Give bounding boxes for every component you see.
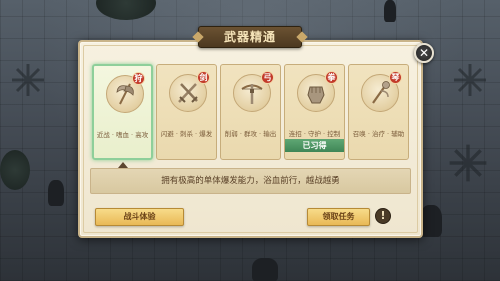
class-badge: 剑: [197, 71, 210, 84]
tree-decoration: [96, 0, 156, 20]
character-figure: [420, 205, 442, 237]
accept-quest-button[interactable]: 领取任务: [307, 208, 370, 226]
class-badge: 弓: [261, 71, 274, 84]
learned-status-tag: 已习得: [285, 139, 344, 152]
character-figure: [384, 0, 396, 22]
weapon-traits: 近战 · 嗜血 · 高攻: [96, 131, 149, 139]
staff-icon: [372, 81, 390, 104]
close-button[interactable]: ✕: [414, 43, 434, 63]
info-icon[interactable]: !: [375, 208, 391, 224]
crossbow-icon: [241, 84, 263, 104]
weapon-card-staff[interactable]: 琴 召唤 · 治疗 · 辅助: [348, 64, 409, 160]
class-badge: 拳: [325, 71, 338, 84]
weapon-traits: 召唤 · 治疗 · 辅助: [352, 130, 405, 138]
floor-emblem-icon: [12, 64, 44, 96]
dialog-title: 武器精通: [198, 26, 302, 48]
weapon-card-gauntlet[interactable]: 拳 连招 · 守护 · 控制 已习得: [284, 64, 345, 160]
floor-emblem-icon: [454, 64, 486, 96]
weapon-card-axe[interactable]: 狩 近战 · 嗜血 · 高攻: [92, 64, 153, 160]
weapon-card-crossbow[interactable]: 弓 削弱 · 群攻 · 输出: [220, 64, 281, 160]
weapon-traits: 削弱 · 群攻 · 输出: [224, 130, 277, 138]
weapon-traits: 闪避 · 刺杀 · 爆发: [160, 130, 213, 138]
character-figure: [48, 180, 64, 206]
floor-emblem-icon: [449, 144, 487, 182]
weapon-card-swords[interactable]: 剑 闪避 · 刺杀 · 爆发: [156, 64, 217, 160]
weapon-description: 拥有极高的单体爆发能力，浴血前行，越战越勇: [90, 168, 411, 194]
gauntlet-icon: [307, 86, 325, 104]
dual-swords-icon: [178, 83, 198, 103]
class-badge: 琴: [389, 71, 402, 84]
weapon-traits: 连招 · 守护 · 控制: [288, 130, 341, 138]
character-figure: [252, 258, 278, 281]
battle-trial-button[interactable]: 战斗体验: [95, 208, 184, 226]
class-badge: 狩: [132, 72, 145, 85]
tree-decoration: [0, 150, 30, 190]
